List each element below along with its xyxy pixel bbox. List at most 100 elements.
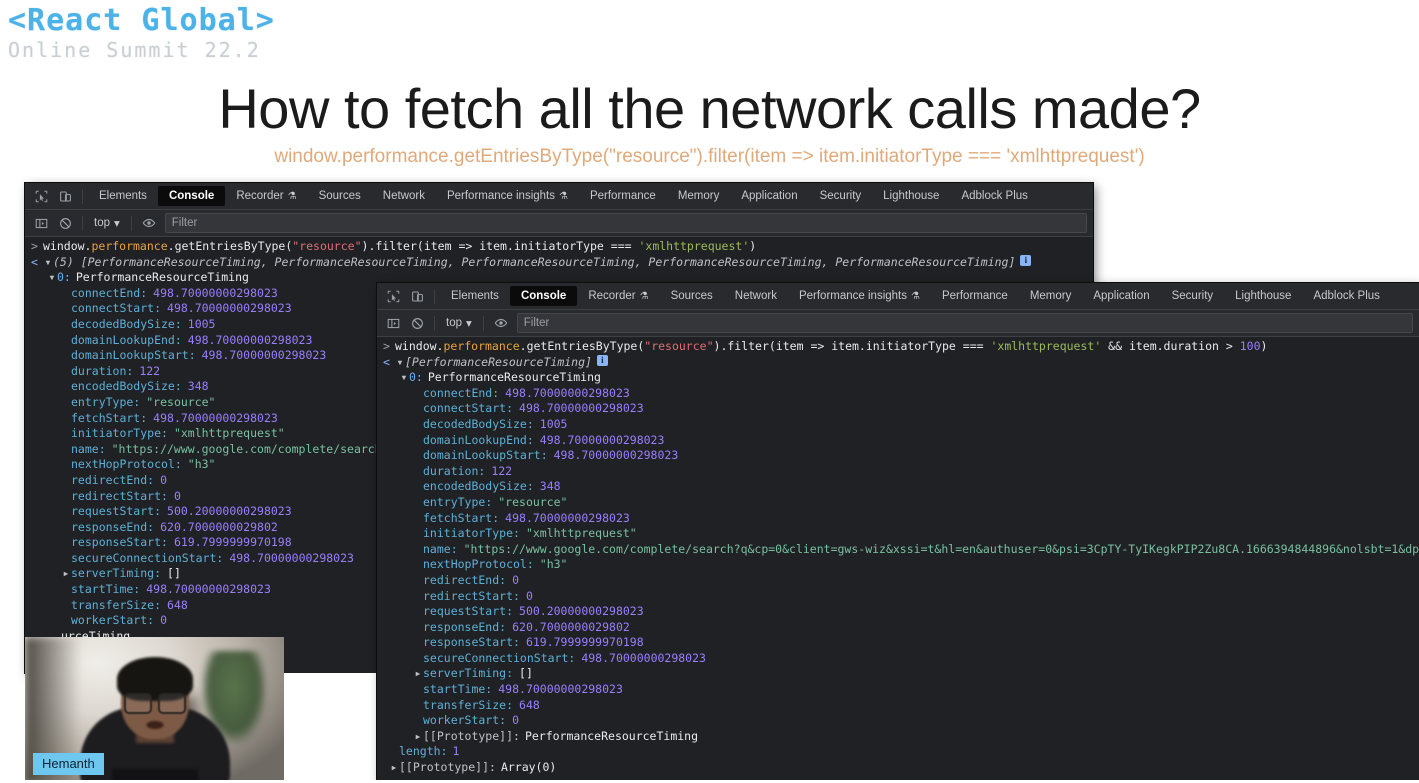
tab-performance-insights[interactable]: Performance insights ⚗ bbox=[788, 286, 931, 306]
tab-console[interactable]: Console bbox=[509, 286, 578, 306]
tab-performance-insights-label: Performance insights bbox=[446, 190, 555, 202]
tab-recorder[interactable]: Recorder ⚗ bbox=[577, 286, 659, 306]
console-property-row: nextHopProtocol: "h3" bbox=[377, 557, 1419, 573]
console-input-expression: window.performance.getEntriesByType("res… bbox=[395, 339, 1268, 353]
property-value: 648 bbox=[519, 697, 540, 712]
experimental-flask-icon: ⚗ bbox=[287, 190, 297, 202]
console-property-row: duration: 122 bbox=[377, 464, 1419, 480]
array-prototype-row[interactable]: ▸ [[Prototype]]: Array(0) bbox=[377, 760, 1419, 776]
tab-security[interactable]: Security bbox=[1161, 286, 1225, 306]
console-output-2[interactable]: > window.performance.getEntriesByType("r… bbox=[377, 337, 1419, 783]
console-input-line[interactable]: > window.performance.getEntriesByType("r… bbox=[25, 239, 1093, 255]
tab-adblock-plus[interactable]: Adblock Plus bbox=[1302, 286, 1390, 306]
property-key: responseStart: bbox=[71, 535, 168, 550]
property-key: name: bbox=[71, 441, 106, 456]
console-filter-input[interactable]: Filter bbox=[164, 213, 1087, 233]
tab-performance[interactable]: Performance bbox=[931, 286, 1019, 306]
property-key: initiatorType: bbox=[423, 526, 520, 541]
tab-application[interactable]: Application bbox=[1082, 286, 1160, 306]
property-key: requestStart: bbox=[71, 504, 162, 519]
entry-prototype-row[interactable]: ▸ [[Prototype]]: PerformanceResourceTimi… bbox=[377, 729, 1419, 745]
property-value: 498.70000000298023 bbox=[505, 510, 630, 525]
toolbar-divider bbox=[482, 315, 484, 331]
console-output-line[interactable]: < ▾ [PerformanceResourceTiming] i bbox=[377, 354, 1419, 371]
property-key: connectStart: bbox=[423, 401, 514, 416]
info-badge-icon[interactable]: i bbox=[1020, 254, 1032, 266]
toolbar-divider bbox=[82, 188, 83, 204]
expand-arrow-icon[interactable]: ▸ bbox=[413, 666, 423, 682]
tab-security[interactable]: Security bbox=[809, 186, 873, 206]
property-value: [] bbox=[167, 566, 181, 581]
tab-performance[interactable]: Performance bbox=[579, 186, 667, 206]
array-length-value: 1 bbox=[452, 744, 460, 759]
tab-network[interactable]: Network bbox=[372, 186, 436, 206]
tab-adblock-plus[interactable]: Adblock Plus bbox=[950, 186, 1038, 206]
console-entry-header[interactable]: ▾ 0: PerformanceResourceTiming bbox=[377, 370, 1419, 386]
tab-sources[interactable]: Sources bbox=[660, 286, 724, 306]
tab-performance-insights[interactable]: Performance insights ⚗ bbox=[436, 186, 579, 206]
tab-sources[interactable]: Sources bbox=[308, 186, 372, 206]
info-badge-icon[interactable]: i bbox=[596, 354, 608, 366]
execution-context-selector[interactable]: top ▾ bbox=[88, 216, 126, 230]
property-key: responseStart: bbox=[423, 635, 520, 650]
expand-arrow-icon[interactable]: ▸ bbox=[413, 729, 423, 745]
expand-arrow-icon[interactable]: ▾ bbox=[395, 355, 405, 371]
console-sidebar-icon[interactable] bbox=[29, 212, 53, 234]
inspect-element-icon[interactable] bbox=[29, 185, 53, 207]
property-value: 122 bbox=[491, 463, 513, 478]
tab-recorder-label: Recorder bbox=[236, 190, 284, 202]
property-value: 498.70000000298023 bbox=[581, 650, 706, 665]
tab-elements[interactable]: Elements bbox=[440, 286, 510, 306]
live-expression-eye-icon[interactable] bbox=[137, 212, 161, 234]
tab-network[interactable]: Network bbox=[724, 286, 788, 306]
console-sidebar-icon[interactable] bbox=[381, 312, 405, 334]
execution-context-selector[interactable]: top ▾ bbox=[440, 316, 478, 330]
live-expression-eye-icon[interactable] bbox=[489, 312, 513, 334]
tab-elements[interactable]: Elements bbox=[88, 186, 158, 206]
tab-memory[interactable]: Memory bbox=[1019, 286, 1083, 306]
entry-type-label: PerformanceResourceTiming bbox=[427, 370, 601, 385]
property-value: 348 bbox=[187, 379, 209, 394]
expand-arrow-icon[interactable]: ▸ bbox=[389, 760, 399, 776]
property-key: responseEnd: bbox=[423, 619, 507, 634]
property-key: workerStart: bbox=[71, 613, 155, 628]
output-prompt-icon: < bbox=[383, 354, 390, 369]
tab-memory[interactable]: Memory bbox=[667, 186, 731, 206]
console-output-summary: [PerformanceResourceTiming] bbox=[405, 354, 592, 369]
console-property-row: connectStart: 498.70000000298023 bbox=[377, 401, 1419, 417]
device-toolbar-icon[interactable] bbox=[53, 185, 77, 207]
device-toolbar-icon[interactable] bbox=[405, 285, 429, 307]
tab-recorder[interactable]: Recorder ⚗ bbox=[225, 186, 307, 206]
console-property-row: workerStart: 0 bbox=[377, 713, 1419, 729]
property-key: entryType: bbox=[71, 394, 141, 409]
console-property-row: initiatorType: "xmlhttprequest" bbox=[377, 526, 1419, 542]
inspect-element-icon[interactable] bbox=[381, 285, 405, 307]
toolbar-divider bbox=[130, 215, 132, 231]
tab-lighthouse[interactable]: Lighthouse bbox=[872, 186, 950, 206]
property-value: 498.70000000298023 bbox=[229, 550, 354, 565]
tab-lighthouse[interactable]: Lighthouse bbox=[1224, 286, 1302, 306]
console-output-line[interactable]: < ▾ (5) [PerformanceResourceTiming, Perf… bbox=[25, 254, 1093, 271]
console-property-row: name: "https://www.google.com/complete/se… bbox=[377, 542, 1419, 558]
console-property-row: redirectEnd: 0 bbox=[377, 573, 1419, 589]
console-filter-input[interactable]: Filter bbox=[516, 313, 1413, 333]
property-value: 0 bbox=[512, 713, 520, 728]
clear-console-icon[interactable] bbox=[53, 212, 77, 234]
expand-arrow-icon[interactable]: ▾ bbox=[399, 370, 409, 386]
console-input-line[interactable]: > window.performance.getEntriesByType("r… bbox=[377, 339, 1419, 355]
console-property-row[interactable]: ▸ serverTiming: [] bbox=[377, 666, 1419, 682]
devtools-tabbar-2: Elements Console Recorder ⚗ Sources Netw… bbox=[377, 283, 1419, 310]
expand-arrow-icon[interactable]: ▾ bbox=[43, 255, 53, 271]
tab-application[interactable]: Application bbox=[730, 186, 808, 206]
input-prompt-icon: > bbox=[383, 339, 390, 353]
expand-arrow-icon[interactable]: ▾ bbox=[47, 270, 57, 286]
expand-arrow-icon[interactable]: ▸ bbox=[61, 566, 71, 582]
entry-index-label: 0: bbox=[57, 270, 71, 285]
property-key: initiatorType: bbox=[71, 426, 168, 441]
tab-console[interactable]: Console bbox=[157, 186, 226, 206]
property-value: 0 bbox=[512, 572, 520, 587]
entry-index-label: 0: bbox=[409, 370, 423, 385]
array-prototype-value: Array(0) bbox=[500, 760, 557, 775]
property-key: redirectStart: bbox=[71, 488, 168, 503]
clear-console-icon[interactable] bbox=[405, 312, 429, 334]
